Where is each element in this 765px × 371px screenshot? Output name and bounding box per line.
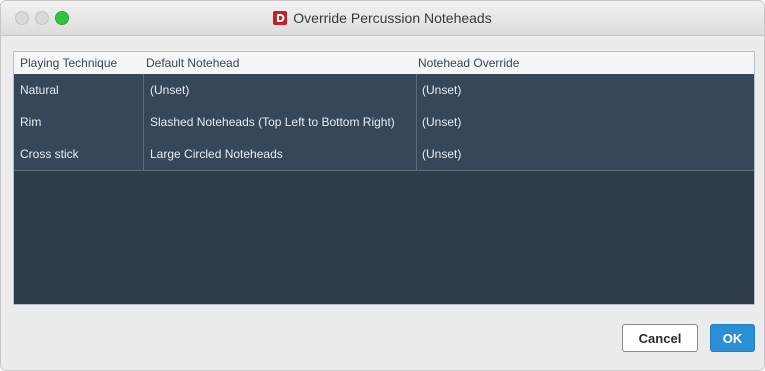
title-container: Override Percussion Noteheads <box>1 1 764 35</box>
dorico-logo-icon <box>273 11 288 25</box>
row-notehead-override[interactable]: (Unset) <box>422 115 461 129</box>
row-technique: Cross stick <box>20 147 79 161</box>
table-row[interactable]: Cross stick Large Circled Noteheads (Uns… <box>14 138 754 171</box>
column-header-default-notehead[interactable]: Default Notehead <box>146 56 239 70</box>
cancel-button[interactable]: Cancel <box>622 324 698 352</box>
window-title: Override Percussion Noteheads <box>293 10 492 26</box>
table-row[interactable]: Natural (Unset) (Unset) <box>14 74 754 107</box>
column-divider <box>143 74 144 170</box>
ok-button[interactable]: OK <box>710 324 755 352</box>
row-notehead-override[interactable]: (Unset) <box>422 147 461 161</box>
table-header: Playing Technique Default Notehead Noteh… <box>14 52 754 75</box>
row-technique: Rim <box>20 115 42 129</box>
column-header-notehead-override[interactable]: Notehead Override <box>418 56 519 70</box>
row-default-notehead: Slashed Noteheads (Top Left to Bottom Ri… <box>150 115 395 129</box>
table-row[interactable]: Rim Slashed Noteheads (Top Left to Botto… <box>14 106 754 139</box>
row-default-notehead: (Unset) <box>150 83 190 97</box>
notehead-table: Playing Technique Default Notehead Noteh… <box>13 51 755 305</box>
row-technique: Natural <box>20 83 59 97</box>
dialog-window: Override Percussion Noteheads Playing Te… <box>0 0 765 371</box>
title-bar[interactable]: Override Percussion Noteheads <box>1 1 764 36</box>
column-header-playing-technique[interactable]: Playing Technique <box>20 56 117 70</box>
column-divider <box>416 74 417 170</box>
row-default-notehead: Large Circled Noteheads <box>150 147 283 161</box>
row-notehead-override[interactable]: (Unset) <box>422 83 461 97</box>
